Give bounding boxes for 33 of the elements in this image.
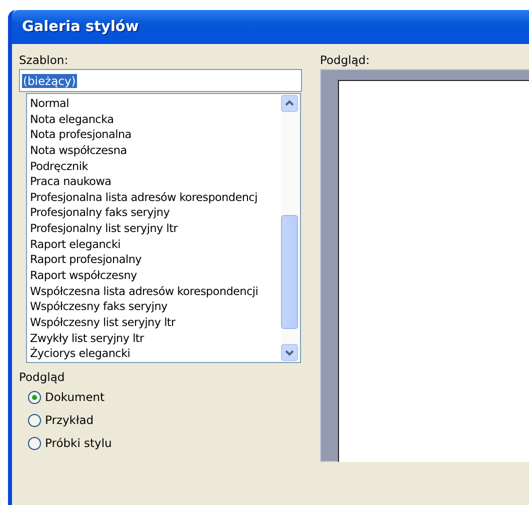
preview-label: Podgląd:	[320, 52, 371, 68]
list-item[interactable]: Współczesny list seryjny ltr	[30, 314, 281, 331]
scroll-down-button[interactable]	[281, 344, 298, 361]
preview-group-label: Podgląd	[19, 369, 66, 385]
list-item[interactable]: Profesjonalny faks seryjny	[30, 205, 281, 222]
list-item[interactable]: Nota profesjonalna	[30, 127, 281, 143]
list-item[interactable]: Praca naukowa	[30, 174, 281, 190]
template-field[interactable]: (bieżący)	[19, 69, 302, 92]
list-item[interactable]: Raport elegancki	[30, 236, 281, 252]
list-item[interactable]: Zwykły list seryjny ltr	[30, 330, 281, 346]
template-label: Szablon:	[19, 52, 70, 68]
radio-button[interactable]	[28, 436, 41, 450]
radio-label[interactable]: Przykład	[45, 413, 94, 427]
radio-label[interactable]: Próbki stylu	[45, 436, 112, 450]
radio-button[interactable]	[28, 390, 41, 404]
scroll-up-button[interactable]	[281, 95, 298, 112]
radio-button[interactable]	[28, 414, 41, 426]
list-item[interactable]: Podręcznik	[30, 158, 281, 174]
list-item[interactable]: Współczesny faks seryjny	[30, 299, 281, 315]
template-list[interactable]	[26, 93, 301, 363]
list-item[interactable]: Życiorys elegancki	[30, 346, 281, 362]
scroll-thumb[interactable]	[281, 215, 298, 329]
list-item[interactable]: Nota elegancka	[30, 112, 281, 128]
radio-label[interactable]: Dokument	[45, 390, 105, 404]
list-item[interactable]: Normal	[30, 96, 281, 112]
list-item[interactable]: Współczesna lista adresów korespondencji	[30, 284, 281, 300]
window-title: Galeria stylów	[22, 19, 139, 35]
list-item[interactable]: Profesjonalny list seryjny ltr	[30, 221, 281, 237]
list-item[interactable]: Raport profesjonalny	[30, 252, 281, 268]
list-item[interactable]: Profesjonalna lista adresów korespondencj	[30, 190, 281, 206]
list-item[interactable]: Raport współczesny	[30, 268, 281, 284]
scrollbar[interactable]	[281, 94, 300, 362]
list-item[interactable]: Nota współczesna	[30, 142, 281, 159]
